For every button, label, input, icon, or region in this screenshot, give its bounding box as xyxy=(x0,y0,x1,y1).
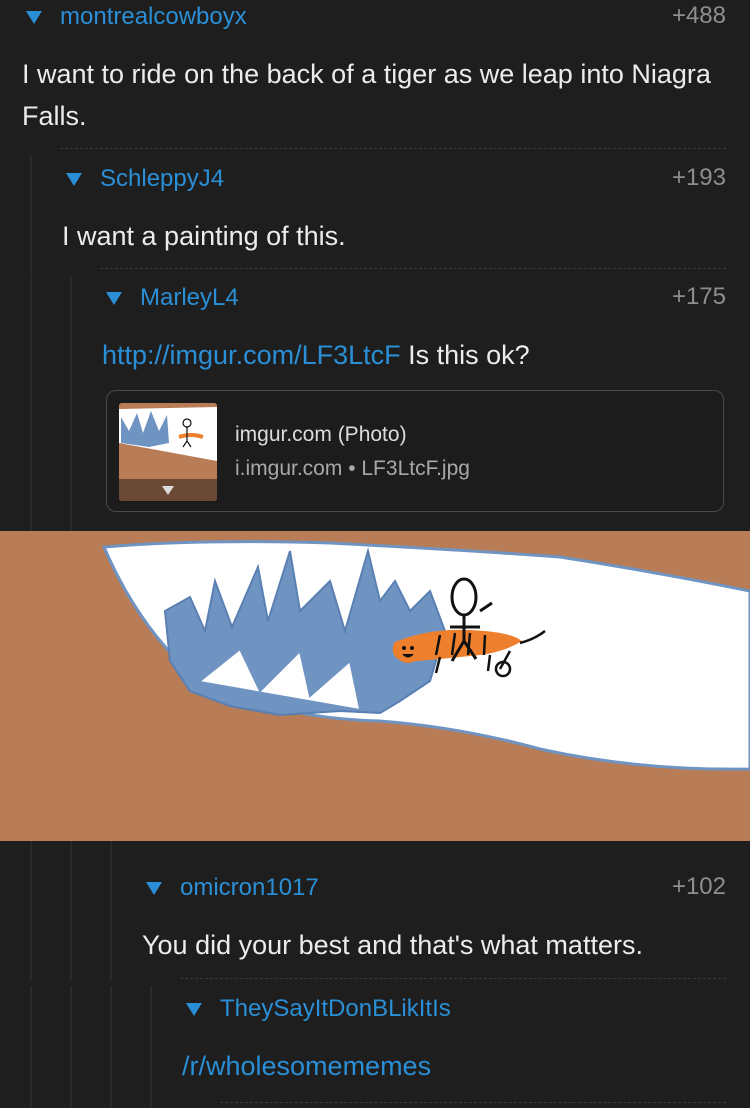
collapse-triangle-icon[interactable] xyxy=(186,1002,202,1016)
comment-author[interactable]: SchleppyJ4 xyxy=(100,165,224,193)
comment-score: +193 xyxy=(671,164,726,191)
thread-rail xyxy=(110,986,112,1108)
divider xyxy=(100,268,726,269)
subreddit-link[interactable]: /r/wholesomememes xyxy=(182,1045,722,1087)
comment-header[interactable]: MarleyL4 xyxy=(106,281,239,315)
imgur-link[interactable]: http://imgur.com/LF3LtcF xyxy=(102,340,401,370)
link-preview-card[interactable]: imgur.com (Photo) i.imgur.com • LF3LtcF.… xyxy=(106,390,724,512)
thread-rail xyxy=(70,276,72,531)
preview-thumbnail[interactable] xyxy=(119,403,217,501)
collapse-triangle-icon[interactable] xyxy=(106,291,122,305)
comment-montrealcowboyx: montrealcowboyx +488 I want to ride on t… xyxy=(0,0,750,150)
collapse-triangle-icon[interactable] xyxy=(26,10,42,24)
thread-rail xyxy=(110,841,112,981)
comment-author[interactable]: TheySayItDonBLikItIs xyxy=(220,995,451,1023)
comment-body: I want a painting of this. xyxy=(62,221,346,251)
comment-theysayitdonblikitis: TheySayItDonBLikItIs /r/wholesomememes xyxy=(0,986,750,1108)
comment-score: +102 xyxy=(671,873,726,900)
thread-rail xyxy=(30,986,32,1108)
comment-score: +175 xyxy=(671,283,726,310)
comment-omicron1017: omicron1017 +102 You did your best and t… xyxy=(0,841,750,981)
preview-title: imgur.com (Photo) xyxy=(235,423,407,446)
divider xyxy=(220,1102,726,1103)
comment-score: +488 xyxy=(671,2,726,29)
comment-schleppyj4: SchleppyJ4 +193 I want a painting of thi… xyxy=(0,155,750,275)
thread-rail xyxy=(150,986,152,1108)
thumbnail-expand-bar[interactable] xyxy=(119,479,217,501)
divider xyxy=(60,148,726,149)
comment-header[interactable]: montrealcowboyx xyxy=(26,0,247,34)
comment-body: You did your best and that's what matter… xyxy=(142,930,643,960)
thumbnail-drawing xyxy=(119,403,217,479)
comment-author[interactable]: MarleyL4 xyxy=(140,284,239,312)
divider xyxy=(180,978,726,979)
comment-text: Is this ok? xyxy=(400,340,530,370)
collapse-triangle-icon[interactable] xyxy=(66,172,82,186)
thread-rail xyxy=(30,841,32,981)
comment-author[interactable]: omicron1017 xyxy=(180,874,319,902)
comment-header[interactable]: SchleppyJ4 xyxy=(66,162,224,196)
comment-body: http://imgur.com/LF3LtcF Is this ok? xyxy=(102,334,722,376)
preview-source: i.imgur.com • LF3LtcF.jpg xyxy=(235,457,470,480)
thread-rail xyxy=(70,986,72,1108)
thread-rail xyxy=(30,155,32,275)
expanded-image[interactable] xyxy=(0,531,750,841)
comment-header[interactable]: omicron1017 xyxy=(146,871,319,905)
comment-header[interactable]: TheySayItDonBLikItIs xyxy=(186,992,451,1026)
comment-author[interactable]: montrealcowboyx xyxy=(60,3,247,31)
thread-rail xyxy=(70,841,72,981)
comment-body: I want to ride on the back of a tiger as… xyxy=(22,59,711,131)
thread-rail xyxy=(30,276,32,531)
expand-arrow-icon[interactable] xyxy=(162,485,174,495)
tiger-falls-drawing xyxy=(0,531,750,841)
collapse-triangle-icon[interactable] xyxy=(146,881,162,895)
